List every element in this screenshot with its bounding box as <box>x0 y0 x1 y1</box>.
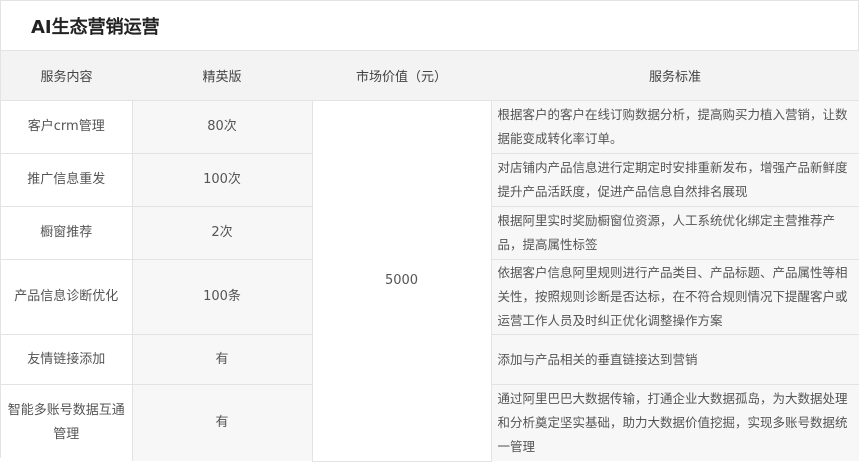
service-name: 推广信息重发 <box>1 153 133 207</box>
page-title: AI生态营销运营 <box>31 16 160 38</box>
header-plan: 精英版 <box>132 51 312 101</box>
plan-value: 100次 <box>132 153 313 207</box>
header-standard: 服务标准 <box>491 51 859 101</box>
service-name: 产品信息诊断优化 <box>1 259 133 335</box>
service-standard: 对店铺内产品信息进行定期定时安排重新发布，增强产品新鲜度提升产品活跃度，促进产品… <box>491 153 859 207</box>
plan-value: 100条 <box>132 259 313 335</box>
service-standard: 通过阿里巴巴大数据传输，打通企业大数据孤岛，为大数据处理和分析奠定坚实基础，助力… <box>491 384 859 461</box>
service-standard: 根据阿里实时奖励橱窗位资源，人工系统优化绑定主营推荐产品，提高属性标签 <box>491 206 859 260</box>
service-card: AI生态营销运营 服务内容 精英版 市场价值（元） 服务标准 客户crm管理 8… <box>0 0 859 462</box>
table-header-row: 服务内容 精英版 市场价值（元） 服务标准 <box>1 51 859 101</box>
plan-value: 2次 <box>132 206 313 260</box>
header-service: 服务内容 <box>1 51 132 101</box>
plan-value: 有 <box>132 384 313 461</box>
service-name: 客户crm管理 <box>1 100 133 154</box>
service-standard: 根据客户的客户在线订购数据分析，提高购买力植入营销，让数据能变成转化率订单。 <box>491 100 859 154</box>
service-standard: 依据客户信息阿里规则进行产品类目、产品标题、产品属性等相关性，按照规则诊断是否达… <box>491 259 859 335</box>
service-name: 友情链接添加 <box>1 334 133 385</box>
plan-value: 80次 <box>132 100 313 154</box>
plan-value: 有 <box>132 334 313 385</box>
service-table: 服务内容 精英版 市场价值（元） 服务标准 客户crm管理 80次 5000 根… <box>1 51 859 462</box>
title-bar: AI生态营销运营 <box>1 1 858 51</box>
header-price: 市场价值（元） <box>312 51 491 101</box>
service-name: 智能多账号数据互通管理 <box>1 384 133 461</box>
service-name: 橱窗推荐 <box>1 206 133 260</box>
price-value: 5000 <box>312 100 492 462</box>
table-row: 客户crm管理 80次 5000 根据客户的客户在线订购数据分析，提高购买力植入… <box>1 100 859 462</box>
service-standard: 添加与产品相关的垂直链接达到营销 <box>491 334 859 385</box>
